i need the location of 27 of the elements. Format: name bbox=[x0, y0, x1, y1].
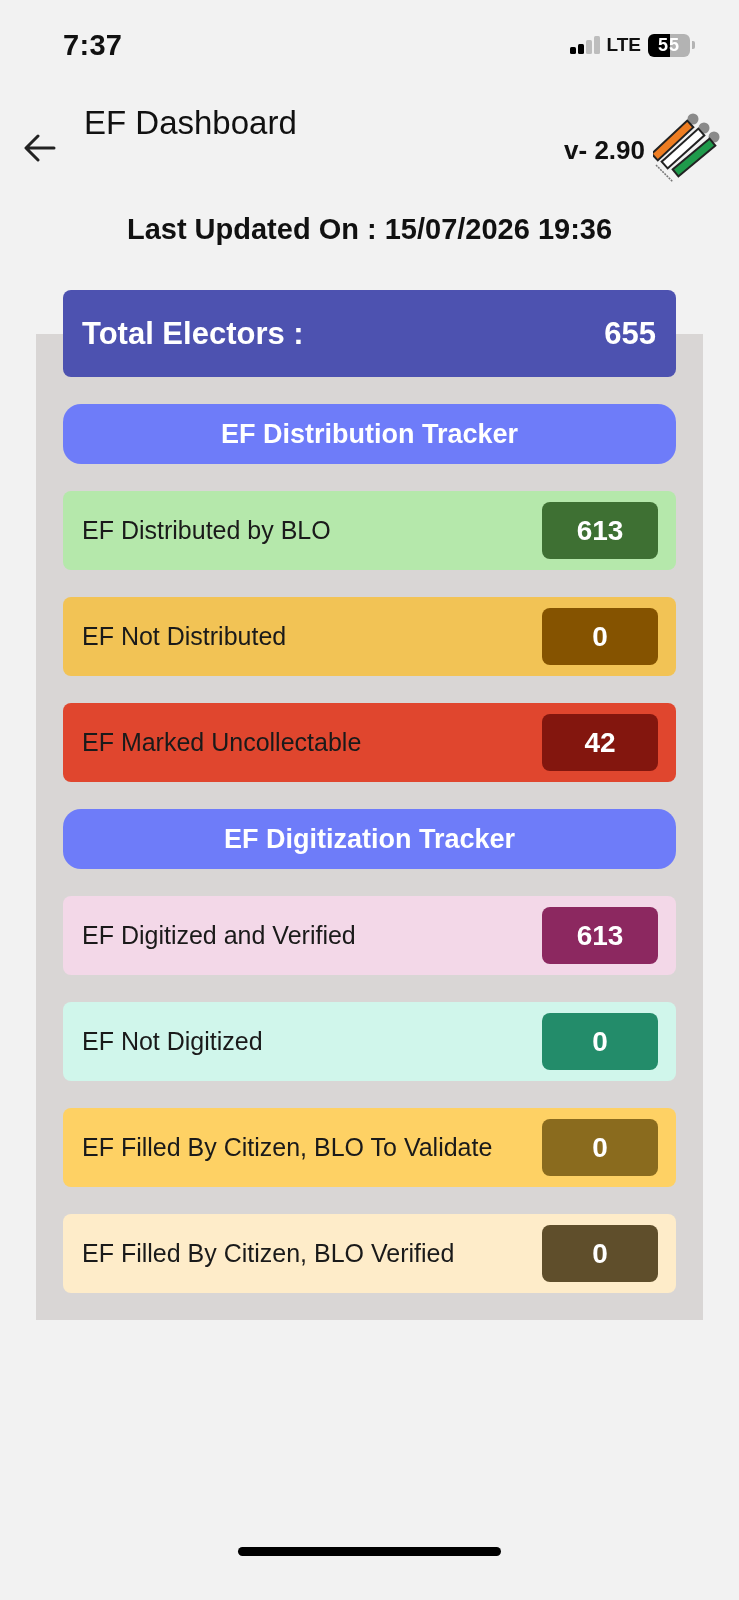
stat-label: EF Distributed by BLO bbox=[82, 516, 331, 545]
last-updated-text: Last Updated On : 15/07/2026 19:36 bbox=[125, 213, 614, 245]
back-button[interactable] bbox=[24, 134, 56, 162]
stat-label: EF Marked Uncollectable bbox=[82, 728, 362, 757]
stat-label: EF Filled By Citizen, BLO To Validate bbox=[82, 1133, 493, 1162]
stat-label: EF Digitized and Verified bbox=[82, 921, 356, 950]
stat-label: EF Not Distributed bbox=[82, 622, 287, 651]
stat-count: 613 bbox=[542, 907, 658, 964]
section-header: EF Digitization Tracker bbox=[63, 809, 676, 869]
network-type: LTE bbox=[606, 34, 641, 56]
signal-icon bbox=[569, 36, 600, 54]
stat-label: EF Not Digitized bbox=[82, 1027, 263, 1056]
stat-count: 613 bbox=[542, 502, 658, 559]
stat-count: 0 bbox=[542, 608, 658, 665]
stat-count: 0 bbox=[542, 1119, 658, 1176]
back-arrow-icon bbox=[24, 134, 56, 162]
stat-count: 0 bbox=[542, 1013, 658, 1070]
status-time: 7:37 bbox=[63, 28, 123, 62]
stat-count: 0 bbox=[542, 1225, 658, 1282]
total-electors-label: Total Electors : bbox=[82, 315, 304, 352]
page-title: EF Dashboard bbox=[84, 104, 297, 142]
section-header: EF Distribution Tracker bbox=[63, 404, 676, 464]
total-electors-value: 655 bbox=[604, 315, 656, 352]
stat-label: EF Filled By Citizen, BLO Verified bbox=[82, 1239, 455, 1268]
app-version: v- 2.90 bbox=[564, 135, 645, 166]
battery-tip-icon bbox=[692, 41, 695, 49]
stat-count: 42 bbox=[542, 714, 658, 771]
